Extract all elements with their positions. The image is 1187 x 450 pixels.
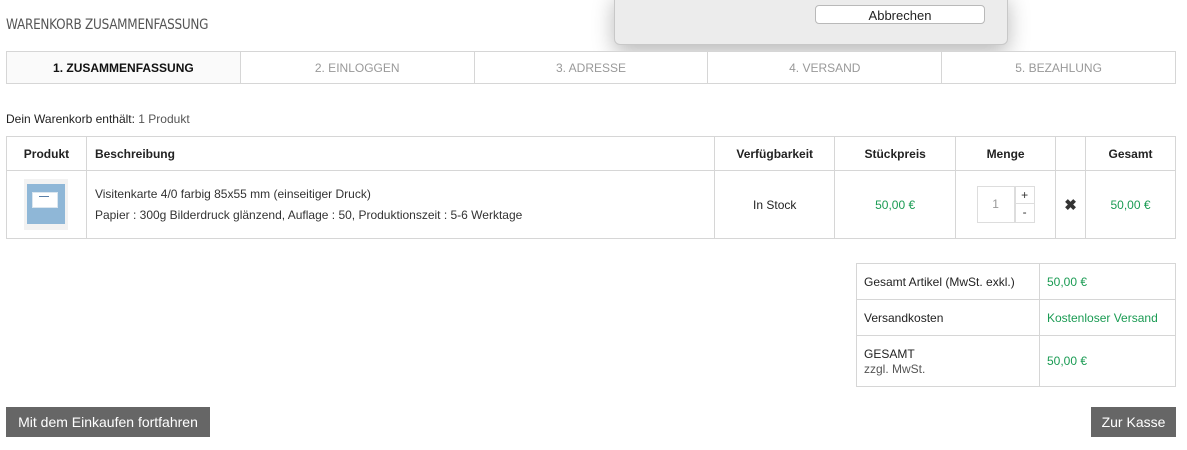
table-row: Visitenkarte 4/0 farbig 85x55 mm (einsei…	[6, 170, 1176, 239]
totals-items-value: 50,00 €	[1039, 263, 1176, 300]
totals-shipping-label: Versandkosten	[856, 299, 1040, 336]
cart-summary-count: 1 Produkt	[138, 112, 190, 126]
step-payment[interactable]: 5. BEZAHLUNG	[942, 52, 1175, 83]
step-summary[interactable]: 1. ZUSAMMENFASSUNG	[7, 52, 241, 83]
cart-table: Produkt Beschreibung Verfügbarkeit Stück…	[6, 136, 1176, 239]
business-card-thumbnail-icon[interactable]	[24, 179, 69, 230]
product-total: 50,00 €	[1085, 170, 1176, 239]
totals-total-label: GESAMT	[864, 346, 915, 361]
product-thumbnail-cell	[6, 170, 87, 239]
totals-items-label: Gesamt Artikel (MwSt. exkl.)	[856, 263, 1040, 300]
totals-total-label-cell: GESAMT zzgl. MwSt.	[856, 335, 1040, 387]
header-unit-price: Stückpreis	[834, 136, 957, 171]
step-address[interactable]: 3. ADRESSE	[474, 52, 709, 83]
checkout-button[interactable]: Zur Kasse	[1091, 407, 1176, 437]
product-name[interactable]: Visitenkarte 4/0 farbig 85x55 mm (einsei…	[95, 184, 714, 205]
totals-shipping-value: Kostenloser Versand	[1039, 299, 1176, 336]
product-availability: In Stock	[714, 170, 836, 239]
dialog-panel: Abbrechen	[614, 0, 1008, 45]
quantity-increment-button[interactable]: +	[1014, 186, 1035, 204]
header-availability: Verfügbarkeit	[714, 136, 836, 171]
product-unit-price: 50,00 €	[834, 170, 957, 239]
header-product: Produkt	[6, 136, 87, 171]
totals-row-total: GESAMT zzgl. MwSt. 50,00 €	[856, 335, 1176, 387]
quantity-cell: 1 + -	[955, 170, 1057, 239]
remove-item-icon[interactable]: ✖	[1064, 197, 1077, 214]
header-quantity: Menge	[955, 136, 1057, 171]
cart-summary: Dein Warenkorb enthält: 1 Produkt	[6, 112, 190, 126]
dialog-cancel-button[interactable]: Abbrechen	[815, 5, 985, 24]
cart-summary-prefix: Dein Warenkorb enthält:	[6, 112, 135, 126]
totals-total-value: 50,00 €	[1039, 335, 1176, 387]
quantity-decrement-button[interactable]: -	[1014, 204, 1035, 223]
totals-total-sub: zzgl. MwSt.	[864, 361, 926, 376]
header-description: Beschreibung	[85, 136, 716, 171]
totals-row-shipping: Versandkosten Kostenloser Versand	[856, 299, 1176, 336]
totals-row-items: Gesamt Artikel (MwSt. exkl.) 50,00 €	[856, 263, 1176, 300]
quantity-input[interactable]: 1	[976, 186, 1015, 223]
product-details: Papier : 300g Bilderdruck glänzend, Aufl…	[94, 207, 523, 222]
totals-table: Gesamt Artikel (MwSt. exkl.) 50,00 € Ver…	[856, 263, 1176, 387]
step-login[interactable]: 2. EINLOGGEN	[240, 52, 475, 83]
product-description-cell: Visitenkarte 4/0 farbig 85x55 mm (einsei…	[85, 170, 716, 239]
quantity-stepper: 1 + -	[956, 186, 1055, 223]
remove-cell: ✖	[1055, 170, 1087, 239]
step-shipping[interactable]: 4. VERSAND	[708, 52, 943, 83]
header-total: Gesamt	[1085, 136, 1176, 171]
checkout-steps: 1. ZUSAMMENFASSUNG 2. EINLOGGEN 3. ADRES…	[6, 51, 1176, 84]
page-title: WARENKORB ZUSAMMENFASSUNG	[6, 17, 209, 33]
cart-table-header: Produkt Beschreibung Verfügbarkeit Stück…	[6, 136, 1176, 171]
header-remove	[1055, 136, 1087, 171]
continue-shopping-button[interactable]: Mit dem Einkaufen fortfahren	[6, 407, 210, 437]
